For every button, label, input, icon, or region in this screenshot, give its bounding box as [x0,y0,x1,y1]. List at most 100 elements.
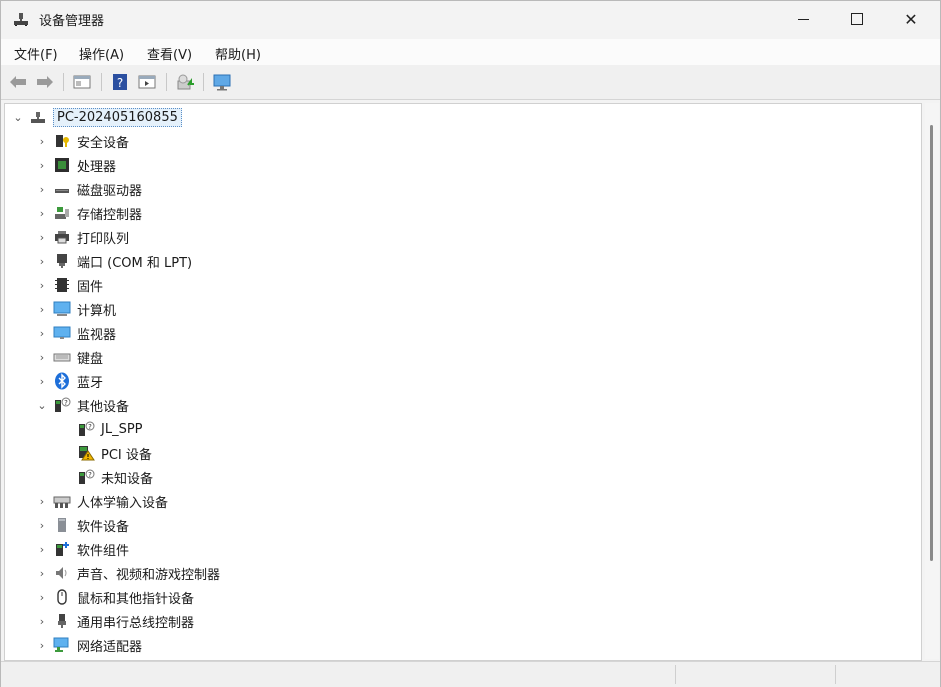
status-segment [835,665,836,684]
chevron-right-icon[interactable]: › [35,326,49,340]
bluetooth-icon [53,372,71,390]
chevron-down-icon[interactable]: ⌄ [11,110,25,124]
title-bar[interactable]: 设备管理器 ✕ [1,1,940,37]
chevron-right-icon[interactable]: › [35,566,49,580]
scrollbar-thumb[interactable] [930,125,933,561]
menu-help[interactable]: 帮助(H) [215,44,261,63]
tree-item-jl-spp[interactable]: ? JL_SPP [59,418,143,440]
tree-item-keyboards[interactable]: › 键盘 [35,346,103,368]
speaker-icon [53,564,71,582]
chevron-right-icon[interactable]: › [35,278,49,292]
chevron-right-icon[interactable]: › [35,158,49,172]
tree-item-ports[interactable]: › 端口 (COM 和 LPT) [35,250,192,272]
tree-item-network-adapters[interactable]: › 网络适配器 [35,634,142,656]
arrow-left-icon [10,76,26,88]
tree-item-mice[interactable]: › 鼠标和其他指针设备 [35,586,194,608]
menu-file[interactable]: 文件(F) [14,44,58,63]
tree-item-label: 打印队列 [77,231,130,247]
printer-icon [53,228,71,246]
usb-icon [53,612,71,630]
chevron-right-icon[interactable]: › [35,206,49,220]
tree-root[interactable]: ⌄ PC-202405160855 [11,106,182,128]
properties-button[interactable] [137,72,157,92]
scan-hardware-button[interactable] [212,72,232,92]
computer-network-icon [29,108,47,126]
chevron-right-icon[interactable]: › [35,638,49,652]
tree-item-firmware[interactable]: › 固件 [35,274,103,296]
minimize-icon [797,18,809,20]
tree-item-computer[interactable]: › 计算机 [35,298,116,320]
tree-item-label: 人体学输入设备 [77,495,169,511]
tree-item-disk-drives[interactable]: › 磁盘驱动器 [35,178,142,200]
maximize-button[interactable] [833,1,881,37]
unknown-device-icon: ? [77,468,95,486]
tree-item-label: 软件组件 [77,543,130,559]
tree-item-label: JL_SPP [101,421,143,437]
monitor-scan-icon [213,74,231,91]
back-button[interactable] [8,72,28,92]
svg-text:?: ? [88,471,92,479]
computer-icon [53,300,71,318]
unknown-device-icon: ? [53,396,71,414]
tree-item-monitors[interactable]: › 监视器 [35,322,116,344]
chevron-right-icon[interactable]: › [35,494,49,508]
toolbar-separator [166,73,167,91]
show-hide-console-tree-button[interactable] [72,72,92,92]
port-icon [53,252,71,270]
vertical-scrollbar[interactable] [925,103,939,659]
network-adapter-icon [53,636,71,654]
window-title: 设备管理器 [39,14,105,29]
tree-item-label: 监视器 [77,327,117,343]
menu-action[interactable]: 操作(A) [79,44,124,63]
warning-device-icon [77,444,95,462]
storage-controller-icon [53,204,71,222]
svg-text:?: ? [64,399,68,407]
chevron-right-icon[interactable]: › [35,518,49,532]
tree-item-sound-video-game[interactable]: › 声音、视频和游戏控制器 [35,562,220,584]
chevron-right-icon[interactable]: › [35,302,49,316]
tree-item-unknown-device[interactable]: ? 未知设备 [59,466,153,488]
close-icon: ✕ [904,9,918,29]
menu-bar: 文件(F) 操作(A) 查看(V) 帮助(H) [1,39,940,65]
tree-root-label: PC-202405160855 [53,107,182,127]
menu-view[interactable]: 查看(V) [147,44,192,63]
tree-item-label: 软件设备 [77,519,130,535]
chevron-right-icon[interactable]: › [35,350,49,364]
tree-item-software-components[interactable]: › 软件组件 [35,538,129,560]
chevron-right-icon[interactable]: › [35,542,49,556]
chevron-down-icon[interactable]: ⌄ [35,398,49,412]
tree-item-storage-controllers[interactable]: › 存储控制器 [35,202,142,224]
tree-item-label: 端口 (COM 和 LPT) [77,255,193,271]
tree-item-security-devices[interactable]: › 安全设备 [35,130,129,152]
update-driver-button[interactable] [175,72,195,92]
tree-item-software-devices[interactable]: › 软件设备 [35,514,129,536]
chevron-right-icon[interactable]: › [35,374,49,388]
tree-item-bluetooth[interactable]: › 蓝牙 [35,370,103,392]
help-button[interactable]: ? [110,72,130,92]
tree-item-hid[interactable]: › 人体学输入设备 [35,490,168,512]
forward-button[interactable] [35,72,55,92]
tree-item-label: 蓝牙 [77,375,104,391]
software-device-icon [53,516,71,534]
chevron-right-icon[interactable]: › [35,614,49,628]
tree-item-label: 键盘 [77,351,104,367]
chevron-right-icon[interactable]: › [35,254,49,268]
chevron-right-icon[interactable]: › [35,590,49,604]
tree-item-print-queues[interactable]: › 打印队列 [35,226,129,248]
chevron-right-icon[interactable]: › [35,182,49,196]
device-manager-icon [13,11,29,27]
chevron-right-icon[interactable]: › [35,134,49,148]
tree-item-label: 鼠标和其他指针设备 [77,591,195,607]
tree-item-usb-controllers[interactable]: › 通用串行总线控制器 [35,610,194,632]
status-bar [1,661,940,687]
tree-item-pci-device[interactable]: PCI 设备 [59,442,152,464]
minimize-button[interactable] [779,1,827,37]
chevron-right-icon[interactable]: › [35,230,49,244]
close-button[interactable]: ✕ [887,1,935,37]
device-tree[interactable]: ⌄ PC-202405160855 › 安全设备 › 处理器 › 磁盘驱动器 ›… [4,103,922,661]
tree-item-label: 安全设备 [77,135,130,151]
tree-item-processors[interactable]: › 处理器 [35,154,116,176]
tree-item-label: 其他设备 [77,399,130,415]
tree-item-other-devices[interactable]: ⌄ ? 其他设备 [35,394,129,416]
